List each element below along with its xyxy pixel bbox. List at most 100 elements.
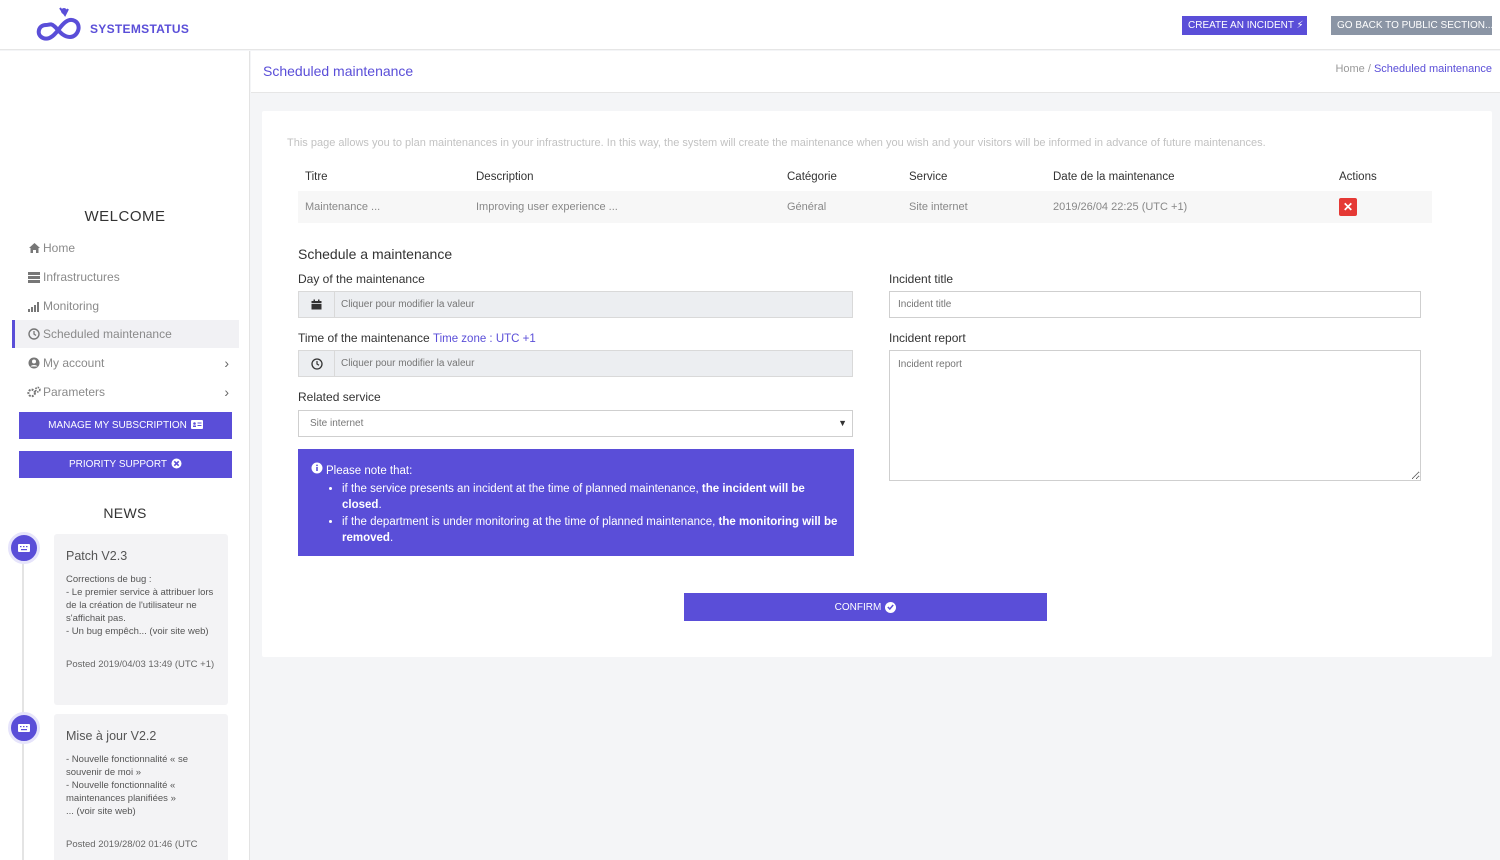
maintenance-notice: Please note that: if the service present…: [298, 449, 854, 556]
news-title: Patch V2.3: [66, 549, 128, 563]
cell-actions: ✕: [1332, 191, 1432, 223]
time-input[interactable]: [335, 351, 852, 376]
chevron-right-icon: ›: [224, 355, 229, 371]
sidebar-item-scheduled-maintenance[interactable]: Scheduled maintenance: [12, 320, 239, 348]
priority-support-label: PRIORITY SUPPORT: [69, 459, 167, 470]
page-title: Scheduled maintenance: [263, 63, 414, 79]
day-label: Day of the maintenance: [298, 272, 425, 286]
news-item-mise-a-jour-v2-2[interactable]: Mise à jour V2.2 - Nouvelle fonctionnali…: [54, 714, 228, 860]
home-icon: [27, 241, 41, 255]
breadcrumb: Home / Scheduled maintenance: [1335, 63, 1492, 75]
clock-icon: [299, 351, 335, 376]
notice-heading: Please note that:: [326, 464, 413, 477]
sidebar-item-label: My account: [43, 356, 105, 370]
time-label-text: Time of the maintenance: [298, 331, 430, 345]
cell-description: Improving user experience ...: [469, 191, 780, 223]
service-label: Related service: [298, 390, 381, 404]
column-header-description: Description: [476, 171, 534, 183]
time-field[interactable]: [298, 350, 853, 377]
table-header-row: Titre Description Catégorie Service Date…: [298, 163, 1432, 191]
notice-item: if the service presents an incident at t…: [342, 481, 842, 514]
confirm-button[interactable]: CONFIRM: [684, 593, 1047, 621]
news-keyboard-icon: [8, 532, 40, 564]
notice-text: .: [378, 499, 382, 511]
maintenance-card: This page allows you to plan maintenance…: [262, 111, 1492, 657]
delete-maintenance-button[interactable]: ✕: [1339, 198, 1357, 216]
sidebar: WELCOME Home Infrastructures Monitoring …: [0, 51, 250, 860]
breadcrumb-home-link[interactable]: Home: [1335, 63, 1364, 75]
confirm-label: CONFIRM: [834, 601, 882, 613]
cell-categorie: Général: [780, 191, 902, 223]
incident-report-label: Incident report: [889, 331, 966, 345]
intro-text: This page allows you to plan maintenance…: [287, 137, 1266, 149]
timeline-line: [22, 551, 24, 860]
sidebar-item-my-account[interactable]: My account ›: [12, 349, 239, 377]
id-card-icon: [190, 419, 203, 432]
content-header: Scheduled maintenance Home / Scheduled m…: [251, 51, 1500, 93]
chevron-right-icon: ›: [224, 384, 229, 400]
create-incident-label: CREATE AN INCIDENT: [1188, 20, 1294, 31]
cell-date: 2019/26/04 22:25 (UTC +1): [1046, 191, 1332, 223]
create-incident-button[interactable]: CREATE AN INCIDENT ⚡︎: [1182, 16, 1307, 35]
news-body-line: ... (voir site web): [66, 806, 136, 817]
sidebar-item-home[interactable]: Home: [12, 234, 239, 262]
news-title: Mise à jour V2.2: [66, 729, 157, 743]
incident-title-label: Incident title: [889, 272, 954, 286]
breadcrumb-separator: /: [1364, 63, 1374, 75]
sidebar-item-monitoring[interactable]: Monitoring: [12, 292, 239, 320]
notice-item: if the department is under monitoring at…: [342, 514, 842, 547]
day-field[interactable]: [298, 291, 853, 318]
manage-subscription-button[interactable]: MANAGE MY SUBSCRIPTION: [19, 412, 232, 439]
bolt-icon: ⚡︎: [1296, 20, 1304, 31]
news-body-line: - Un bug empêch... (voir site web): [66, 626, 209, 637]
column-header-categorie: Catégorie: [787, 171, 837, 183]
news-posted-date: Posted 2019/04/03 13:49 (UTC +1): [66, 659, 215, 670]
check-circle-icon: [885, 601, 897, 613]
signal-icon: [27, 299, 41, 313]
back-to-public-button[interactable]: GO BACK TO PUBLIC SECTION...: [1331, 16, 1493, 35]
cell-titre: Maintenance ...: [298, 191, 469, 223]
timezone-label: Time zone : UTC +1: [432, 333, 536, 345]
cell-service: Site internet: [902, 191, 1046, 223]
incident-report-textarea[interactable]: [889, 350, 1421, 481]
sidebar-item-label: Parameters: [43, 385, 106, 399]
welcome-heading: WELCOME: [84, 208, 166, 225]
sidebar-item-label: Monitoring: [43, 299, 100, 313]
sidebar-item-parameters[interactable]: Parameters ›: [12, 378, 239, 406]
day-input[interactable]: [335, 292, 852, 317]
news-body-line: - Nouvelle fonctionnalité « se souvenir …: [66, 754, 188, 778]
column-header-service: Service: [909, 171, 948, 183]
brand-name: SYSTEMSTATUS: [90, 22, 190, 36]
news-item-patch-v2-3[interactable]: Patch V2.3 Corrections de bug : - Le pre…: [54, 534, 228, 705]
news-posted-date: Posted 2019/28/02 01:46 (UTC: [66, 839, 198, 850]
server-icon: [27, 270, 41, 284]
lifebuoy-icon: [171, 458, 182, 472]
related-service-value: Site internet: [310, 418, 364, 429]
logo-icon[interactable]: [32, 5, 82, 43]
news-body-line: Corrections de bug :: [66, 574, 152, 585]
related-service-select[interactable]: Site internet ▼: [298, 410, 853, 437]
notice-text: if the department is under monitoring at…: [342, 515, 719, 528]
breadcrumb-current: Scheduled maintenance: [1373, 63, 1492, 75]
sidebar-item-label: Home: [43, 241, 76, 255]
incident-title-input[interactable]: [889, 291, 1421, 318]
news-keyboard-icon: [8, 712, 40, 744]
time-label: Time of the maintenance Time zone : UTC …: [298, 331, 536, 345]
sidebar-item-infrastructures[interactable]: Infrastructures: [12, 263, 239, 291]
caret-down-icon: ▼: [838, 418, 847, 428]
schedule-form-title: Schedule a maintenance: [298, 246, 453, 262]
news-body-line: - Le premier service à attribuer lors de…: [66, 587, 214, 624]
maintenance-table: Titre Description Catégorie Service Date…: [298, 163, 1432, 223]
news-body-line: - Nouvelle fonctionnalité « maintenances…: [66, 780, 176, 804]
sidebar-item-label: Infrastructures: [43, 270, 120, 284]
clock-icon: [27, 327, 41, 341]
top-bar: SYSTEMSTATUS CREATE AN INCIDENT ⚡︎ GO BA…: [0, 0, 1500, 50]
calendar-icon: [299, 292, 335, 317]
column-header-titre: Titre: [305, 171, 328, 183]
notice-text: .: [389, 532, 394, 544]
notice-text: if the service presents an incident at t…: [342, 482, 702, 495]
priority-support-button[interactable]: PRIORITY SUPPORT: [19, 451, 232, 478]
sidebar-item-label: Scheduled maintenance: [43, 327, 172, 341]
info-circle-icon: [311, 462, 323, 480]
table-row: Maintenance ... Improving user experienc…: [298, 191, 1432, 223]
